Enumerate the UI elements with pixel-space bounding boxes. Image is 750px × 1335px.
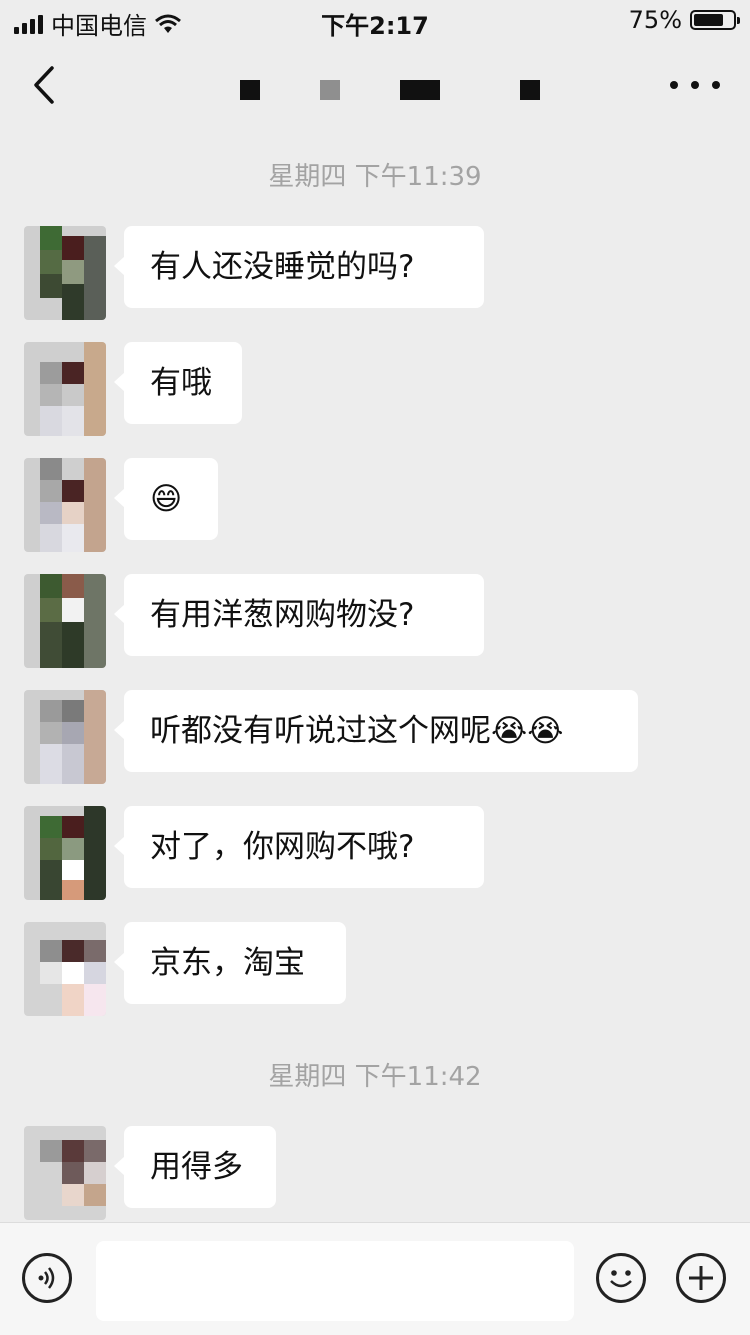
avatar[interactable]: [24, 1126, 106, 1220]
avatar[interactable]: [24, 226, 106, 320]
status-right: 75%: [628, 6, 740, 34]
input-bar: [0, 1222, 750, 1335]
status-bar: 中国电信 下午2:17 75%: [0, 0, 750, 40]
avatar[interactable]: [24, 342, 106, 436]
message-bubble[interactable]: 京东，淘宝: [114, 922, 346, 1004]
message-bubble[interactable]: 😄: [114, 458, 218, 540]
plus-icon[interactable]: [676, 1253, 726, 1303]
message-bubble[interactable]: 有用洋葱网购物没?: [114, 574, 484, 656]
chat-timestamp: 星期四 下午11:42: [268, 1062, 482, 1092]
voice-icon[interactable]: [22, 1253, 72, 1303]
battery-icon: [690, 10, 740, 30]
message-bubble[interactable]: 有人还没睡觉的吗?: [114, 226, 484, 308]
message-bubble[interactable]: 听都没有听说过这个网呢😭😭: [114, 690, 638, 772]
message-bubble[interactable]: 对了，你网购不哦?: [114, 806, 484, 888]
chat-timestamp: 星期四 下午11:39: [268, 162, 482, 192]
battery-percent: 75%: [628, 6, 682, 34]
message-bubble[interactable]: 有哦: [114, 342, 242, 424]
chevron-left-icon[interactable]: [28, 62, 68, 108]
battery-fill: [694, 14, 723, 26]
avatar[interactable]: [24, 690, 106, 784]
more-dots-icon[interactable]: [670, 70, 720, 100]
avatar[interactable]: [24, 458, 106, 552]
avatar[interactable]: [24, 574, 106, 668]
avatar[interactable]: [24, 806, 106, 900]
message-input[interactable]: [96, 1241, 574, 1321]
emoji-icon[interactable]: [596, 1253, 646, 1303]
message-bubble[interactable]: 用得多: [114, 1126, 276, 1208]
nav-bar: [0, 40, 750, 130]
avatar[interactable]: [24, 922, 106, 1016]
